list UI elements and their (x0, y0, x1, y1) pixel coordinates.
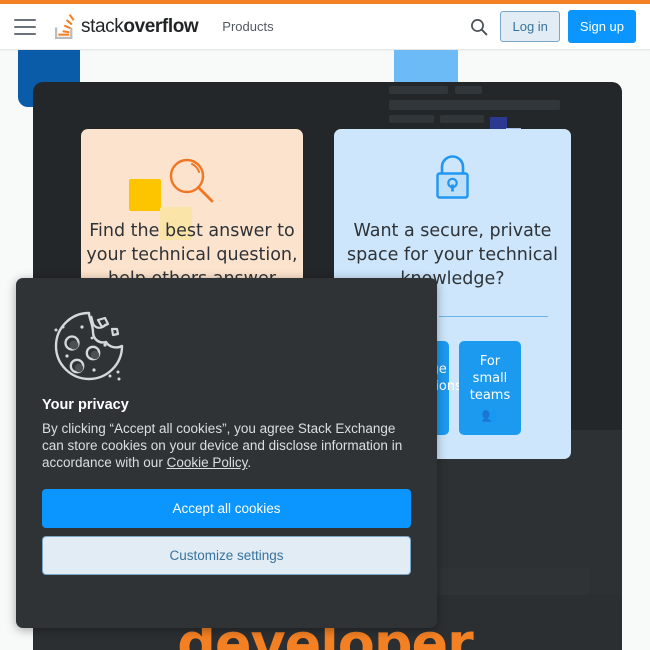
decor-square-yellow (129, 179, 161, 211)
site-navbar: stackoverflow Products Log in Sign up (0, 4, 650, 50)
nav-products[interactable]: Products (222, 19, 273, 34)
cookie-dialog-title: Your privacy (42, 397, 129, 413)
navbar-right-group: Log in Sign up (466, 10, 636, 43)
skeleton-bar-5 (440, 115, 484, 123)
customize-settings-button[interactable]: Customize settings (42, 536, 411, 575)
signup-button[interactable]: Sign up (567, 10, 636, 43)
hamburger-icon[interactable] (14, 18, 36, 35)
tile-for-small-teams[interactable]: For small teams 👥 (459, 341, 521, 435)
skeleton-bar-2 (455, 86, 482, 94)
logo-text-light: stack (81, 15, 124, 37)
skeleton-bar-4 (389, 115, 434, 123)
magnifying-glass-icon (166, 155, 218, 207)
logo-icon (50, 12, 76, 42)
cookie-dialog-body: By clicking “Accept all cookies”, you ag… (42, 420, 411, 471)
decor-square-light-blue (394, 50, 458, 85)
search-icon[interactable] (466, 14, 492, 40)
login-button[interactable]: Log in (500, 11, 560, 42)
stack-overflow-logo[interactable]: stackoverflow (50, 12, 199, 42)
skeleton-bar-3 (389, 100, 560, 110)
accept-all-cookies-button[interactable]: Accept all cookies (42, 489, 411, 528)
cookie-icon (42, 311, 134, 396)
logo-text: stackoverflow (81, 15, 199, 38)
skeleton-bar-1 (389, 86, 448, 94)
cookie-consent-dialog: Your privacy By clicking “Accept all coo… (16, 278, 437, 628)
tile-label: For small teams (469, 353, 511, 403)
cookie-body-text-after: . (247, 455, 252, 470)
cookie-policy-link[interactable]: Cookie Policy (167, 455, 248, 470)
logo-text-bold: overflow (123, 15, 199, 37)
get-started-divider (439, 316, 548, 317)
page-root: stackoverflow Products Log in Sign up Fi… (0, 0, 650, 650)
people-icon: 👥 (481, 407, 499, 423)
padlock-icon (430, 153, 475, 201)
